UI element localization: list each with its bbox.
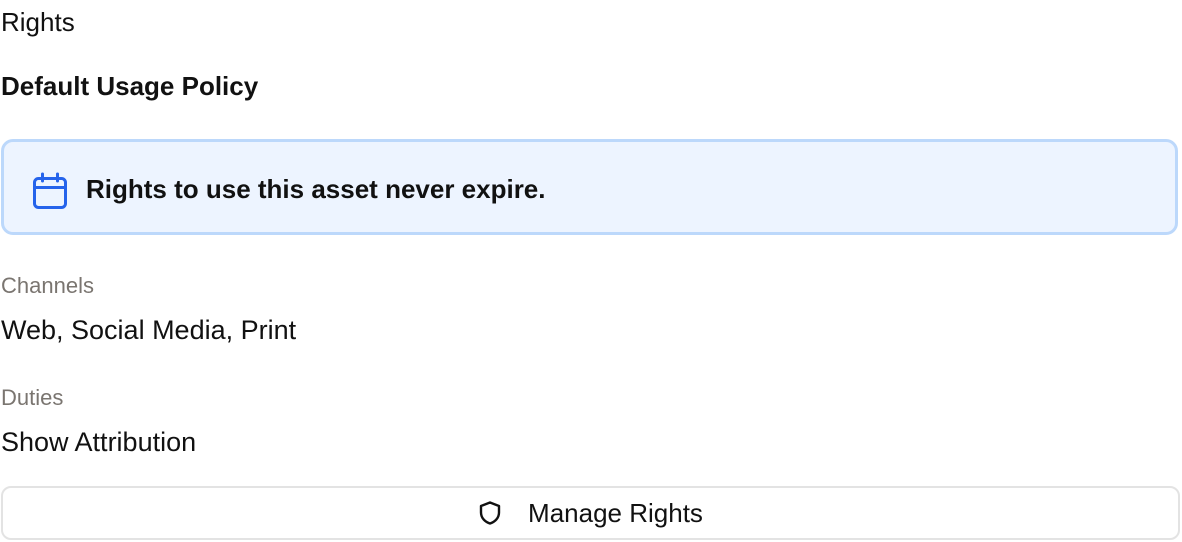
channels-label: Channels [1,273,94,298]
calendar-icon [33,172,67,209]
shield-icon [479,501,501,525]
channels-value: Web, Social Media, Print [1,315,297,345]
policy-title: Default Usage Policy [1,71,259,101]
manage-rights-label: Manage Rights [528,498,703,528]
manage-rights-button[interactable]: Manage Rights [1,486,1180,540]
expiry-notice: Rights to use this asset never expire. [1,139,1178,235]
duties-label: Duties [1,385,64,410]
section-title: Rights [1,7,75,37]
expiry-notice-text: Rights to use this asset never expire. [86,174,546,204]
duties-value: Show Attribution [1,427,197,457]
